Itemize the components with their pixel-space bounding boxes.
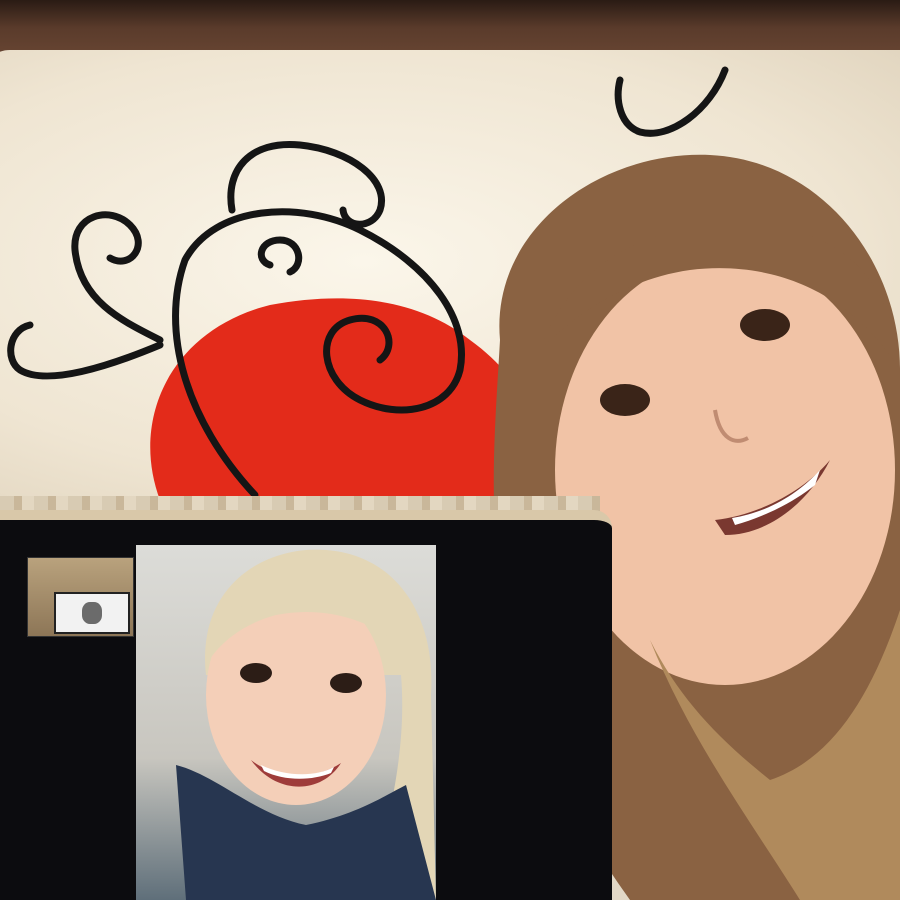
remote-girl-right-eye: [330, 673, 362, 693]
photo-scene: [0, 0, 900, 900]
swirl-upper-right: [614, 66, 729, 137]
swirl-left: [71, 211, 164, 344]
video-call-self-view: [27, 557, 134, 637]
video-call-remote-view: [136, 545, 436, 900]
swirl-lower-left: [7, 321, 164, 380]
swirl-mid: [257, 236, 303, 276]
girl-left-eye: [600, 384, 650, 416]
girl-right-eye: [740, 309, 790, 341]
remote-girl: [176, 549, 436, 900]
remote-girl-left-eye: [240, 663, 272, 683]
self-view-screen: [54, 592, 130, 634]
